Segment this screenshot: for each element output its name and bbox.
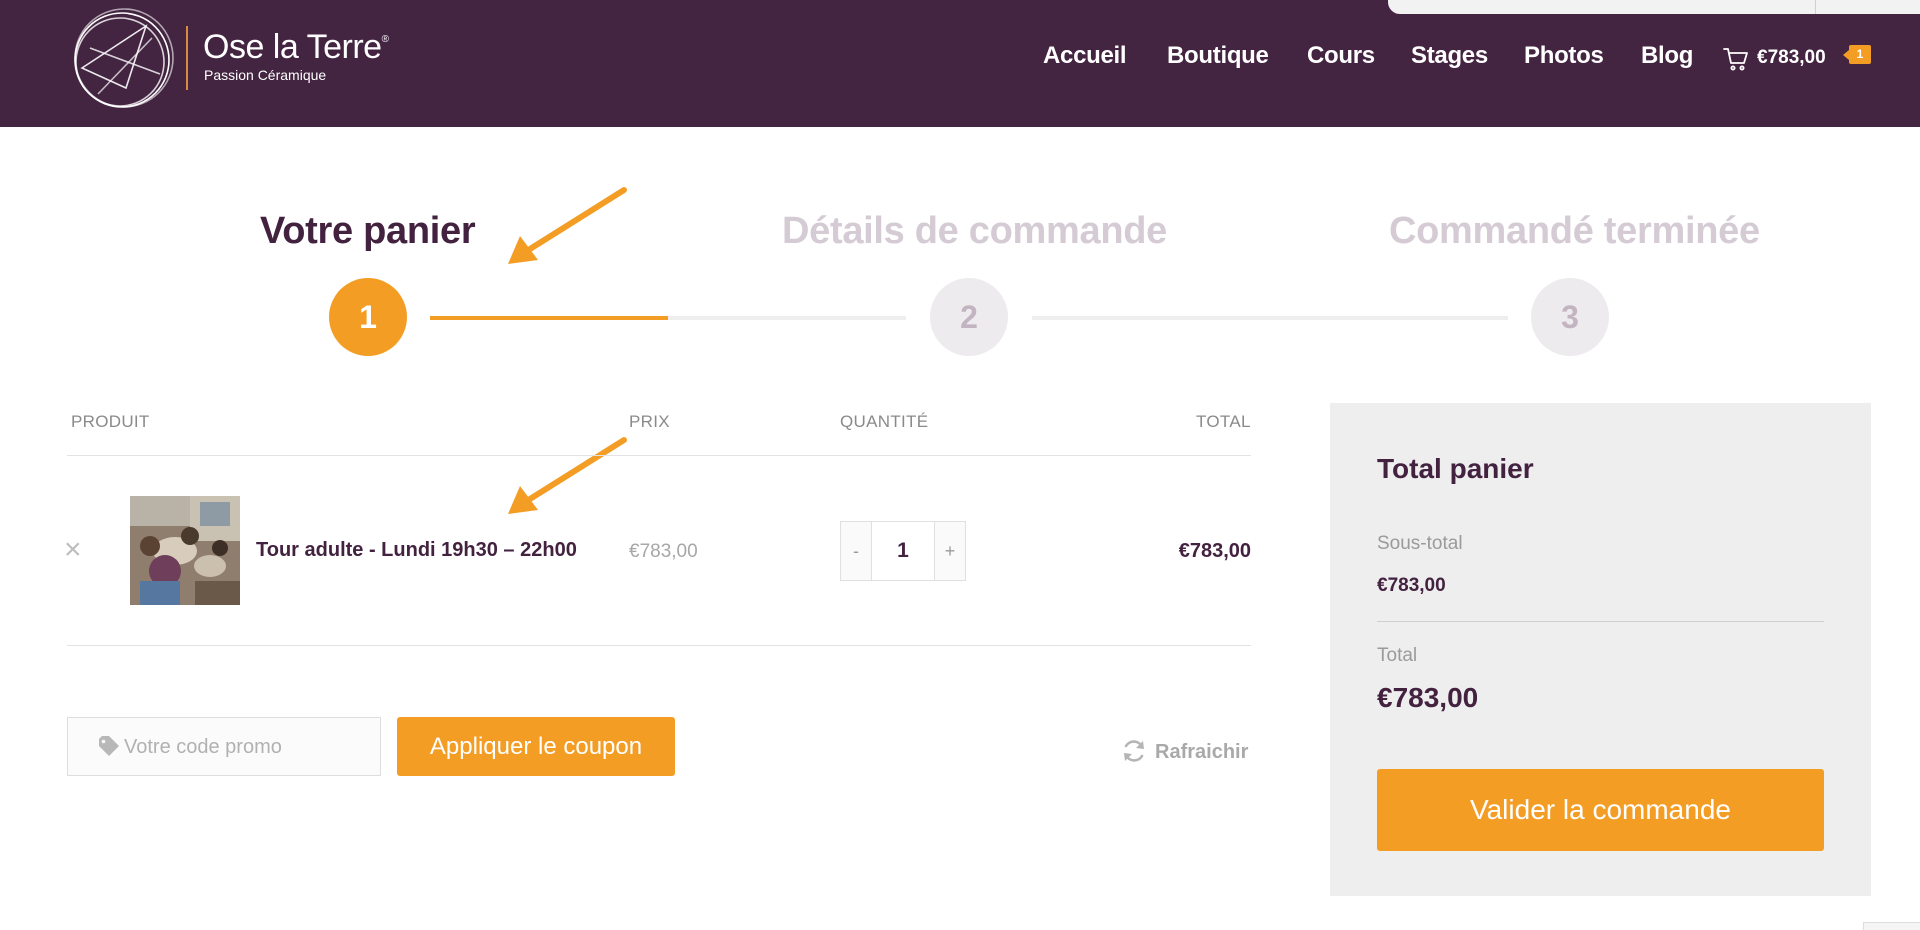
logo-icon[interactable] [68, 8, 176, 112]
search-bar-partial[interactable] [1388, 0, 1920, 14]
progress-track-1 [430, 316, 906, 320]
quantity-decrease-button[interactable]: - [841, 522, 872, 580]
totals-title: Total panier [1377, 453, 1534, 484]
apply-coupon-button[interactable]: Appliquer le coupon [397, 717, 675, 776]
column-header-total: TOTAL [1196, 412, 1251, 431]
table-divider [67, 455, 1251, 456]
nav-item-cours[interactable]: Cours [1307, 42, 1375, 70]
coupon-placeholder: Votre code promo [124, 736, 282, 758]
nav-item-blog[interactable]: Blog [1641, 42, 1693, 70]
cart-totals-panel: Total panier Sous-total €783,00 Total €7… [1330, 403, 1871, 896]
quantity-stepper: - 1 + [840, 521, 966, 581]
cart-icon[interactable] [1723, 46, 1749, 72]
product-thumbnail[interactable] [130, 496, 240, 605]
step-title-details: Détails de commande [782, 210, 1167, 252]
nav-item-stages[interactable]: Stages [1411, 42, 1488, 70]
totals-divider [1377, 621, 1824, 622]
product-price: €783,00 [629, 541, 698, 562]
line-total: €783,00 [1178, 540, 1251, 562]
cart-total[interactable]: €783,00 [1757, 47, 1826, 69]
nav-item-accueil[interactable]: Accueil [1043, 42, 1127, 70]
annotation-arrow-icon [508, 187, 627, 264]
nav-item-photos[interactable]: Photos [1524, 42, 1604, 70]
column-header-quantity: QUANTITÉ [840, 412, 929, 431]
quantity-increase-button[interactable]: + [934, 522, 965, 580]
progress-track-2 [1032, 316, 1508, 320]
step-title-cart: Votre panier [260, 210, 476, 252]
step-circle-1: 1 [329, 278, 407, 356]
logo-subtitle: Passion Céramique [204, 67, 327, 83]
quantity-input[interactable]: 1 [872, 522, 934, 580]
remove-item-button[interactable]: × [64, 535, 82, 565]
site-header: Ose la Terre® Passion Céramique Accueil … [0, 0, 1920, 127]
refresh-icon [1124, 740, 1144, 762]
search-bar-divider [1815, 0, 1816, 14]
table-divider [67, 645, 1251, 646]
product-name-link[interactable]: Tour adulte - Lundi 19h30 – 22h00 [256, 539, 577, 562]
registered-mark: ® [381, 34, 389, 45]
recaptcha-badge-partial [1863, 922, 1920, 930]
logo-separator [186, 26, 188, 90]
nav-item-boutique[interactable]: Boutique [1167, 42, 1269, 70]
annotation-arrow-icon [508, 437, 627, 514]
tag-icon [99, 736, 119, 756]
step-circle-3: 3 [1531, 278, 1609, 356]
cart-count-badge: 1 [1843, 45, 1871, 64]
total-label: Total [1377, 645, 1418, 666]
coupon-input[interactable]: Votre code promo [67, 717, 381, 776]
checkout-button[interactable]: Valider la commande [1377, 769, 1824, 851]
step-title-complete: Commandé terminée [1389, 210, 1760, 252]
subtotal-value: €783,00 [1377, 575, 1446, 596]
column-header-product: PRODUIT [71, 412, 150, 431]
total-value: €783,00 [1377, 682, 1479, 713]
column-header-price: PRIX [629, 412, 670, 431]
logo-title[interactable]: Ose la Terre® [203, 28, 389, 67]
progress-fill [430, 316, 668, 320]
refresh-label: Rafraichir [1155, 741, 1249, 763]
step-circle-2: 2 [930, 278, 1008, 356]
subtotal-label: Sous-total [1377, 533, 1463, 554]
